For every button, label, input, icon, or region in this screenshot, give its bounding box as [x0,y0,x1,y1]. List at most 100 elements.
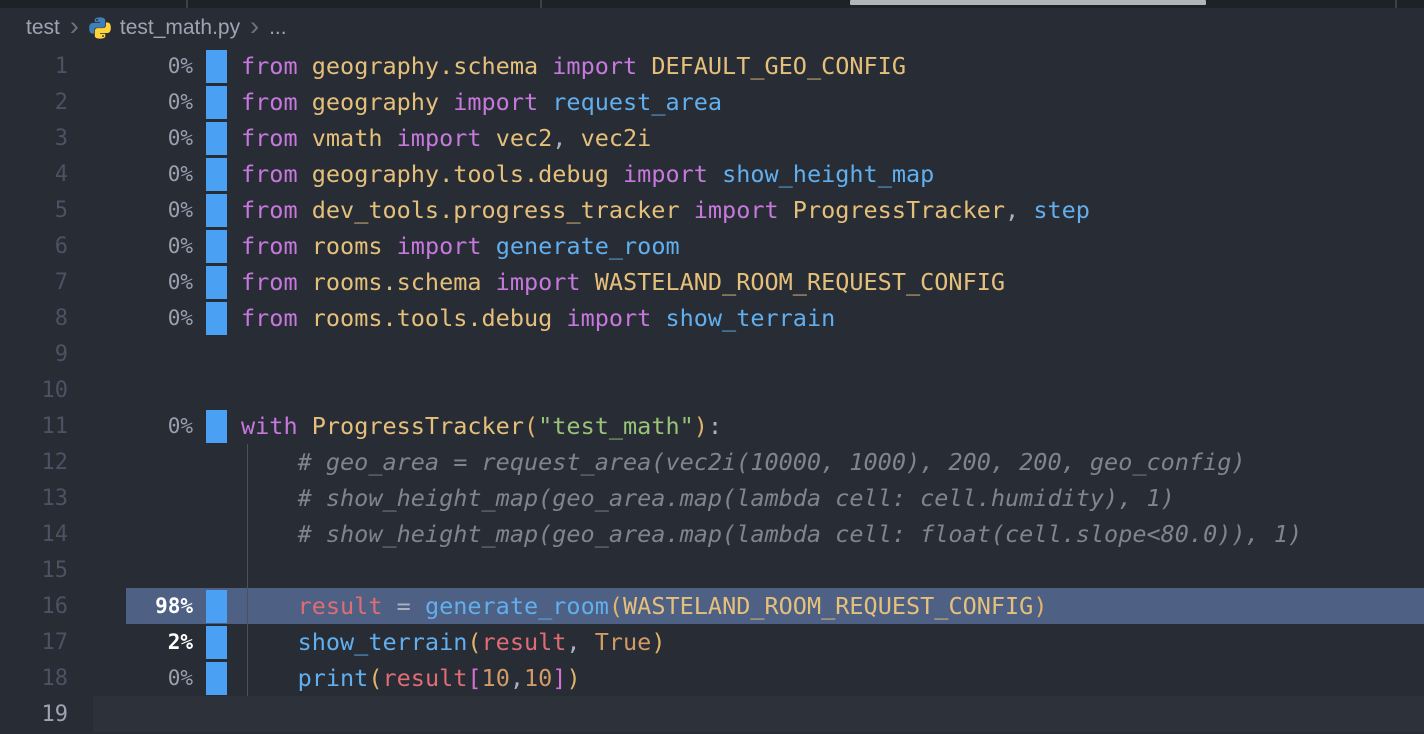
line-number[interactable]: 6 [0,234,68,259]
breadcrumb-folder[interactable]: test [26,16,60,40]
code-line[interactable]: 13 # show_height_map(geo_area.map(lambda… [0,480,1424,516]
code-line[interactable]: 15 [0,552,1424,588]
coverage-gutter-marker-icon [206,626,227,659]
code-token: # geo_area = request_area(vec2i(10000, 1… [241,448,1246,476]
code-text[interactable]: show_terrain(result, True) [241,628,665,656]
coverage-gutter-marker-icon [206,86,227,119]
code-token: show_height_map [722,160,934,188]
code-token: import [383,124,496,152]
code-text[interactable]: from geography.schema import DEFAULT_GEO… [241,52,906,80]
line-number[interactable]: 17 [0,630,68,655]
code-line[interactable]: 172% show_terrain(result, True) [0,624,1424,660]
gutter-marker-slot [206,84,227,120]
code-token: print [298,664,369,692]
code-token: vec2 [496,124,553,152]
breadcrumb: test › test_math.py › ... [0,8,1424,48]
line-number[interactable]: 14 [0,522,68,547]
code-token: from [241,196,312,224]
code-line[interactable]: 9 [0,336,1424,372]
code-token: from [241,304,312,332]
line-number[interactable]: 10 [0,378,68,403]
line-number[interactable]: 2 [0,90,68,115]
code-line[interactable]: 19 [0,696,1424,732]
line-number[interactable]: 15 [0,558,68,583]
breadcrumb-file[interactable]: test_math.py [120,16,240,40]
profiler-percent: 0% [68,54,193,78]
code-token: ( [467,628,481,656]
code-line[interactable]: 12 # geo_area = request_area(vec2i(10000… [0,444,1424,480]
gutter-marker-slot [206,48,227,84]
code-token: , [510,664,524,692]
code-text[interactable]: from rooms.tools.debug import show_terra… [241,304,835,332]
code-token: ) [566,664,580,692]
code-token: , [566,628,594,656]
code-text[interactable]: # show_height_map(geo_area.map(lambda ce… [241,520,1302,548]
code-text[interactable]: from geography import request_area [241,88,722,116]
line-number[interactable]: 18 [0,666,68,691]
tab-scrollbar-thumb[interactable] [850,0,1206,5]
line-number[interactable]: 19 [0,702,68,727]
code-line[interactable]: 14 # show_height_map(geo_area.map(lambda… [0,516,1424,552]
code-token: import [538,52,651,80]
profiler-percent: 2% [68,630,193,654]
code-token: rooms.tools.debug [312,304,553,332]
code-line[interactable]: 1698% result = generate_room(WASTELAND_R… [0,588,1424,624]
line-number[interactable]: 3 [0,126,68,151]
gutter-marker-slot [206,444,227,480]
code-token: request_area [552,88,722,116]
code-token: show_terrain [298,628,468,656]
code-line[interactable]: 110% with ProgressTracker("test_math"): [0,408,1424,444]
line-number[interactable]: 8 [0,306,68,331]
code-line[interactable]: 30%from vmath import vec2, vec2i [0,120,1424,156]
code-text[interactable]: # geo_area = request_area(vec2i(10000, 1… [241,448,1246,476]
code-token: ProgressTracker [793,196,1005,224]
code-token: vmath [312,124,383,152]
code-token [241,628,298,656]
line-number[interactable]: 1 [0,54,68,79]
line-number[interactable]: 5 [0,198,68,223]
code-token [241,592,298,620]
code-token: show_terrain [665,304,835,332]
code-text[interactable]: from vmath import vec2, vec2i [241,124,651,152]
coverage-gutter-marker-icon [206,266,227,299]
code-text[interactable]: result = generate_room(WASTELAND_ROOM_RE… [241,592,1048,620]
code-text[interactable]: from geography.tools.debug import show_h… [241,160,934,188]
code-line[interactable]: 10% from geography.schema import DEFAULT_… [0,48,1424,84]
breadcrumb-symbol[interactable]: ... [269,16,287,40]
code-line[interactable]: 180% print(result[10,10]) [0,660,1424,696]
code-token: 10 [482,664,510,692]
code-text[interactable]: from dev_tools.progress_tracker import P… [241,196,1090,224]
coverage-gutter-marker-icon [206,50,227,83]
code-text[interactable]: print(result[10,10]) [241,664,581,692]
code-text[interactable]: from rooms import generate_room [241,232,680,260]
line-number[interactable]: 16 [0,594,68,619]
line-number[interactable]: 9 [0,342,68,367]
code-token: result [298,592,383,620]
code-editor[interactable]: 10%from geography.schema import DEFAULT_… [0,48,1424,732]
code-line[interactable]: 60%from rooms import generate_room [0,228,1424,264]
code-text[interactable]: from rooms.schema import WASTELAND_ROOM_… [241,268,1005,296]
code-line[interactable]: 50%from dev_tools.progress_tracker impor… [0,192,1424,228]
profiler-percent: 0% [68,414,193,438]
code-text[interactable]: # show_height_map(geo_area.map(lambda ce… [241,484,1175,512]
code-line[interactable]: 80%from rooms.tools.debug import show_te… [0,300,1424,336]
line-number[interactable]: 4 [0,162,68,187]
code-line[interactable]: 20%from geography import request_area [0,84,1424,120]
line-number[interactable]: 11 [0,414,68,439]
line-number[interactable]: 13 [0,486,68,511]
code-line[interactable]: 10 [0,372,1424,408]
current-line-highlight [93,696,1424,732]
line-number[interactable]: 12 [0,450,68,475]
code-token: # show_height_map(geo_area.map(lambda ce… [241,520,1302,548]
coverage-gutter-marker-icon [206,158,227,191]
code-token: result [383,664,468,692]
line-number[interactable]: 7 [0,270,68,295]
code-token: , [1005,196,1033,224]
code-line[interactable]: 40%from geography.tools.debug import sho… [0,156,1424,192]
code-token: ) [1033,592,1047,620]
code-line[interactable]: 70%from rooms.schema import WASTELAND_RO… [0,264,1424,300]
gutter-marker-slot [206,300,227,336]
gutter-marker-slot [206,264,227,300]
code-token: generate_room [425,592,609,620]
code-text[interactable]: with ProgressTracker("test_math"): [241,412,722,440]
